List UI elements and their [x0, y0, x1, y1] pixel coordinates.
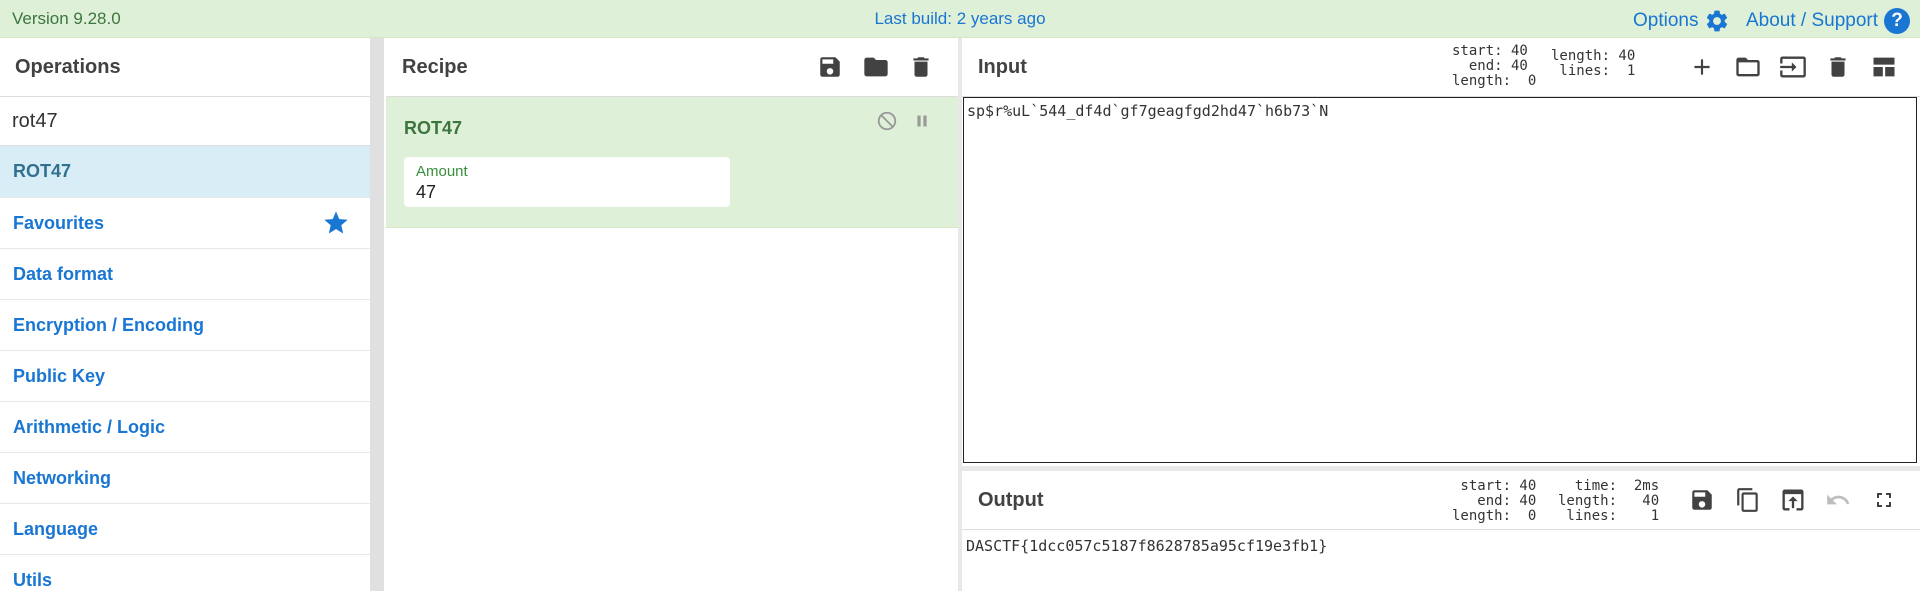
operations-panel: Operations rot47 ROT47 Favourites Data f…	[0, 38, 370, 591]
save-recipe-button[interactable]	[814, 51, 846, 83]
amount-label: Amount	[416, 163, 468, 180]
fullscreen-icon	[1877, 493, 1891, 507]
input-header: Input start: 40 end: 40 length: 0 length…	[962, 38, 1920, 97]
category-public-key[interactable]: Public Key	[0, 351, 370, 402]
options-button[interactable]: Options	[1633, 8, 1730, 34]
input-length-stats: length: 40 lines: 1	[1551, 48, 1636, 79]
operations-title: Operations	[15, 55, 121, 78]
folder-icon	[864, 57, 888, 77]
op-item-label: Networking	[13, 467, 112, 488]
amount-value: 47	[416, 182, 437, 202]
category-arithmetic-logic[interactable]: Arithmetic / Logic	[0, 402, 370, 453]
op-item-label: Public Key	[13, 365, 106, 386]
undo-button[interactable]	[1822, 484, 1854, 516]
operations-header: Operations	[0, 38, 370, 97]
open-folder-button[interactable]	[1777, 51, 1809, 83]
ops-recipe-divider[interactable]	[370, 38, 384, 591]
op-item-rot47[interactable]: ROT47	[0, 146, 370, 198]
layout-icon	[1873, 57, 1895, 77]
maximise-output-button[interactable]	[1868, 484, 1900, 516]
version-label: Version 9.28.0	[12, 9, 121, 28]
trash-icon	[913, 57, 929, 77]
op-item-label: Encryption / Encoding	[13, 314, 205, 335]
output-time-stats: time: 2ms length: 40 lines: 1	[1558, 478, 1660, 524]
input-selection-stats: start: 40 end: 40 length: 0	[1452, 43, 1537, 89]
clear-input-button[interactable]	[1822, 51, 1854, 83]
gear-icon	[1707, 10, 1728, 32]
help-icon: ?	[1884, 8, 1911, 34]
input-textarea[interactable]: sp$r%uL`544_df4d`gf7geagfgd2hd47`h6b73`N	[963, 97, 1917, 463]
op-item-label: Utils	[13, 569, 53, 590]
upload-icon	[1782, 489, 1804, 511]
save-icon	[820, 57, 840, 77]
op-item-label: Favourites	[13, 212, 105, 233]
undo-icon	[1827, 494, 1850, 505]
operations-search-input[interactable]: rot47	[0, 97, 370, 146]
op-item-label: ROT47	[13, 161, 72, 181]
input-panel: Input start: 40 end: 40 length: 0 length…	[962, 38, 1920, 468]
star-icon	[324, 211, 348, 234]
pause-icon[interactable]	[911, 110, 933, 132]
trash-icon	[1830, 57, 1846, 77]
op-item-label: Arithmetic / Logic	[13, 416, 166, 437]
recipe-operation-rot47[interactable]: ROT47 Amount 47	[386, 97, 958, 228]
input-arrow-icon	[1780, 56, 1806, 78]
last-build-label: Last build: 2 years ago	[874, 9, 1046, 28]
output-header: Output start: 40 end: 40 length: 0 time:…	[962, 471, 1920, 530]
open-file-button[interactable]	[1732, 51, 1764, 83]
about-support-label: About / Support	[1746, 10, 1879, 31]
category-data-format[interactable]: Data format	[0, 249, 370, 300]
recipe-panel: Recipe ROT47 Amount 47	[386, 38, 958, 591]
output-selection-stats: start: 40 end: 40 length: 0	[1452, 478, 1537, 524]
load-recipe-button[interactable]	[860, 51, 892, 83]
folder-outline-icon	[1736, 57, 1760, 77]
recipe-header: Recipe	[386, 38, 958, 97]
save-icon	[1692, 490, 1712, 510]
amount-field[interactable]: Amount 47	[404, 157, 730, 207]
copy-icon	[1737, 488, 1758, 512]
category-encryption-encoding[interactable]: Encryption / Encoding	[0, 300, 370, 351]
output-text[interactable]: DASCTF{1dcc057c5187f8628785a95cf19e3fb1}	[966, 537, 1327, 555]
output-title: Output	[978, 488, 1044, 511]
clear-recipe-button[interactable]	[905, 51, 937, 83]
copy-output-button[interactable]	[1732, 484, 1764, 516]
category-favourites[interactable]: Favourites	[0, 198, 370, 249]
replace-input-button[interactable]	[1777, 484, 1809, 516]
recipe-title: Recipe	[402, 55, 468, 78]
input-title: Input	[978, 55, 1027, 78]
disable-icon[interactable]	[876, 110, 898, 132]
plus-icon	[1694, 59, 1710, 75]
category-networking[interactable]: Networking	[0, 453, 370, 504]
top-banner: Version 9.28.0 Last build: 2 years ago O…	[0, 0, 1920, 38]
recipe-op-name: ROT47	[404, 118, 463, 138]
op-item-label: Data format	[13, 263, 114, 284]
op-item-label: Language	[13, 518, 99, 539]
category-utils[interactable]: Utils	[0, 555, 370, 591]
options-label: Options	[1633, 10, 1699, 31]
about-support-button[interactable]: About / Support ?	[1746, 8, 1911, 34]
output-panel: Output start: 40 end: 40 length: 0 time:…	[962, 471, 1920, 591]
save-output-button[interactable]	[1686, 484, 1718, 516]
reset-layout-button[interactable]	[1868, 51, 1900, 83]
add-input-button[interactable]	[1686, 51, 1718, 83]
category-language[interactable]: Language	[0, 504, 370, 555]
